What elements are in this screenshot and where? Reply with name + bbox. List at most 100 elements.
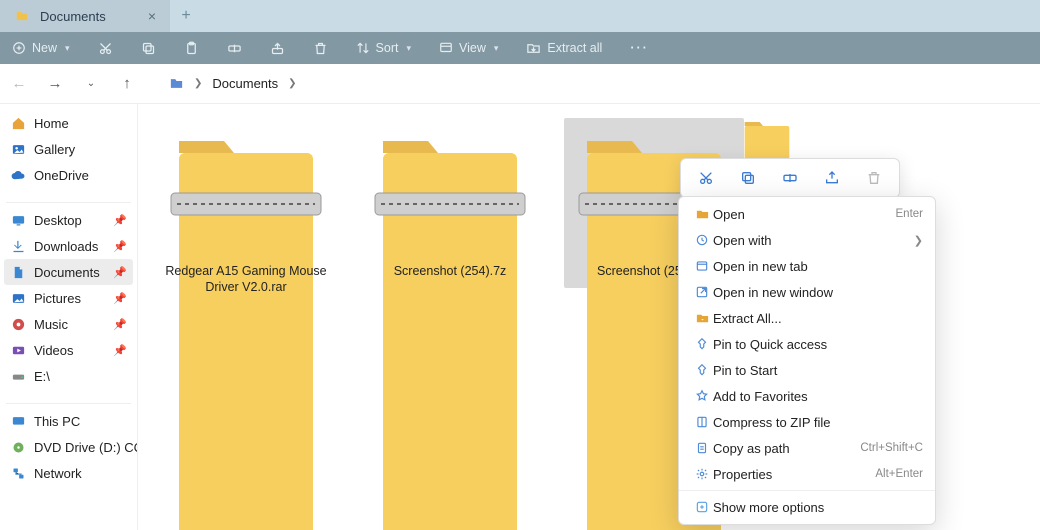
- paste-button[interactable]: [184, 41, 199, 56]
- ctx-shortcut: Ctrl+Shift+C: [860, 442, 923, 454]
- copy-path-icon: [691, 441, 713, 455]
- sidebar-item-pictures[interactable]: Pictures 📌: [4, 285, 133, 311]
- mini-action-bar: [680, 158, 900, 198]
- pin-icon: 📌: [113, 266, 127, 279]
- sidebar-item-label: Videos: [34, 343, 74, 358]
- share-button[interactable]: [821, 167, 843, 189]
- file-name: Redgear A15 Gaming Mouse Driver V2.0.rar: [160, 264, 332, 295]
- sidebar-item-label: Pictures: [34, 291, 81, 306]
- back-button[interactable]: ←: [10, 75, 28, 92]
- archive-icon: [375, 124, 525, 254]
- tab-title: Documents: [40, 9, 106, 24]
- ctx-pin-start[interactable]: Pin to Start: [679, 357, 935, 383]
- ctx-add-favorites[interactable]: Add to Favorites: [679, 383, 935, 409]
- copy-button[interactable]: [737, 167, 759, 189]
- new-button[interactable]: New ▾: [12, 41, 70, 55]
- sidebar-item-edrive[interactable]: E:\: [4, 363, 133, 389]
- delete-button[interactable]: [863, 167, 885, 189]
- sidebar-item-network[interactable]: Network: [4, 460, 133, 486]
- ctx-extract-all[interactable]: Extract All...: [679, 305, 935, 331]
- videos-icon: [10, 342, 26, 358]
- new-label: New: [32, 41, 57, 55]
- sidebar-item-dvd[interactable]: DVD Drive (D:) CCC: [4, 434, 133, 460]
- ctx-properties[interactable]: Properties Alt+Enter: [679, 461, 935, 487]
- sidebar-item-downloads[interactable]: Downloads 📌: [4, 233, 133, 259]
- folder-icon: [168, 76, 184, 92]
- gallery-icon: [10, 141, 26, 157]
- pin-icon: 📌: [113, 344, 127, 357]
- folder-icon: [14, 8, 30, 24]
- rename-button[interactable]: [779, 167, 801, 189]
- cut-button[interactable]: [695, 167, 717, 189]
- ctx-open-new-tab[interactable]: Open in new tab: [679, 253, 935, 279]
- delete-button[interactable]: [313, 41, 328, 56]
- sidebar-item-home[interactable]: Home: [4, 110, 133, 136]
- sidebar-item-onedrive[interactable]: OneDrive: [4, 162, 133, 188]
- file-item[interactable]: [732, 118, 802, 161]
- recent-button[interactable]: ⌄: [82, 78, 100, 89]
- file-list[interactable]: Redgear A15 Gaming Mouse Driver V2.0.rar…: [138, 104, 1040, 530]
- ctx-copy-path[interactable]: Copy as path Ctrl+Shift+C: [679, 435, 935, 461]
- ctx-open-new-window[interactable]: Open in new window: [679, 279, 935, 305]
- cut-button[interactable]: [98, 41, 113, 56]
- sidebar-item-videos[interactable]: Videos 📌: [4, 337, 133, 363]
- ctx-pin-quick[interactable]: Pin to Quick access: [679, 331, 935, 357]
- more-button[interactable]: ···: [630, 41, 649, 55]
- ctx-label: Extract All...: [713, 311, 782, 326]
- up-button[interactable]: ↑: [118, 75, 136, 92]
- ctx-label: Copy as path: [713, 441, 790, 456]
- ctx-label: Open in new tab: [713, 259, 808, 274]
- zip-icon: [691, 415, 713, 429]
- file-item[interactable]: Screenshot (254).7z: [360, 118, 540, 288]
- sidebar-item-label: Network: [34, 466, 82, 481]
- sidebar-item-label: Downloads: [34, 239, 98, 254]
- sidebar-item-label: Gallery: [34, 142, 75, 157]
- sidebar-item-label: Desktop: [34, 213, 82, 228]
- sidebar-item-music[interactable]: Music 📌: [4, 311, 133, 337]
- ctx-open[interactable]: Open Enter: [679, 201, 935, 227]
- sidebar-item-label: This PC: [34, 414, 80, 429]
- ctx-show-more[interactable]: Show more options: [679, 494, 935, 520]
- download-icon: [10, 238, 26, 254]
- view-label: View: [459, 41, 486, 55]
- ctx-label: Show more options: [713, 500, 824, 515]
- tab-documents[interactable]: Documents ×: [0, 0, 170, 32]
- file-item[interactable]: Redgear A15 Gaming Mouse Driver V2.0.rar: [156, 118, 336, 303]
- ctx-compress-zip[interactable]: Compress to ZIP file: [679, 409, 935, 435]
- ctx-open-with[interactable]: Open with ❯: [679, 227, 935, 253]
- document-icon: [10, 264, 26, 280]
- breadcrumb[interactable]: ❯ Documents ❯: [168, 76, 297, 92]
- navigation-pane: Home Gallery OneDrive Desktop 📌 Download…: [0, 104, 138, 530]
- command-bar: New ▾ Sort ▾ View ▾ Extract all ···: [0, 32, 1040, 64]
- pc-icon: [10, 413, 26, 429]
- sidebar-item-desktop[interactable]: Desktop 📌: [4, 207, 133, 233]
- sidebar-item-documents[interactable]: Documents 📌: [4, 259, 133, 285]
- network-icon: [10, 465, 26, 481]
- rename-button[interactable]: [227, 41, 242, 56]
- pictures-icon: [10, 290, 26, 306]
- extract-all-button[interactable]: Extract all: [526, 41, 602, 56]
- new-tab-button[interactable]: +: [170, 0, 202, 32]
- sidebar-item-label: E:\: [34, 369, 50, 384]
- open-with-icon: [691, 233, 713, 247]
- share-button[interactable]: [270, 41, 285, 56]
- sidebar-item-thispc[interactable]: This PC: [4, 408, 133, 434]
- sort-label: Sort: [376, 41, 399, 55]
- copy-button[interactable]: [141, 41, 156, 56]
- music-icon: [10, 316, 26, 332]
- breadcrumb-documents[interactable]: Documents: [212, 76, 278, 91]
- sort-button[interactable]: Sort ▾: [356, 41, 411, 55]
- chevron-down-icon: ▾: [65, 43, 70, 54]
- pin-icon: 📌: [113, 292, 127, 305]
- drive-icon: [10, 368, 26, 384]
- ctx-label: Open: [713, 207, 745, 222]
- pin-icon: 📌: [113, 240, 127, 253]
- view-button[interactable]: View ▾: [439, 41, 498, 55]
- close-tab-icon[interactable]: ×: [148, 8, 156, 24]
- forward-button[interactable]: →: [46, 75, 64, 92]
- sidebar-item-gallery[interactable]: Gallery: [4, 136, 133, 162]
- pin-icon: 📌: [113, 214, 127, 227]
- extract-all-label: Extract all: [547, 41, 602, 55]
- sidebar-item-label: DVD Drive (D:) CCC: [34, 440, 138, 455]
- ctx-label: Pin to Start: [713, 363, 777, 378]
